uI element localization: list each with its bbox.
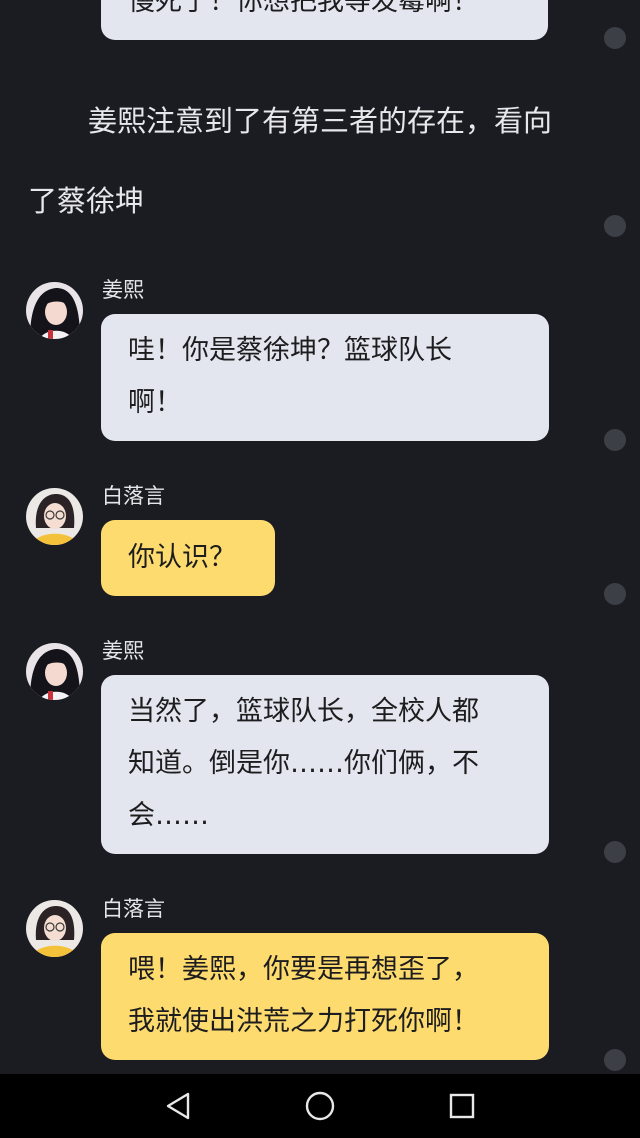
sender-name: 白落言 (102, 897, 165, 921)
message-bubble[interactable]: 喂！姜熙，你要是再想歪了， 我就使出洪荒之力打死你啊！ (101, 933, 549, 1060)
message-text-line: 喂！姜熙，你要是再想歪了， (128, 954, 479, 985)
message-text-line: 啊！ (128, 387, 182, 418)
chat-scroll-area[interactable]: 慢死了！你想把我等发霉啊！ 姜熙注意到了有第三者的存在，看向 了蔡徐坤 姜熙 哇… (0, 0, 640, 1074)
circle-home-icon (305, 1091, 335, 1121)
narration-line-1: 姜熙注意到了有第三者的存在，看向 (88, 104, 553, 138)
message-bubble[interactable]: 当然了，篮球队长，全校人都 知道。倒是你……你们俩，不 会…… (101, 675, 549, 854)
message-text-line: 知道。倒是你……你们俩，不 (128, 748, 479, 779)
chat-screen: 慢死了！你想把我等发霉啊！ 姜熙注意到了有第三者的存在，看向 了蔡徐坤 姜熙 哇… (0, 0, 640, 1138)
navigation-bar (0, 1074, 640, 1138)
avatar-jiangxi[interactable] (26, 282, 83, 339)
sender-name: 白落言 (102, 484, 165, 508)
scroll-dot (604, 1049, 626, 1071)
message-text-line: 会…… (128, 800, 209, 831)
scroll-dot (604, 215, 626, 237)
recents-button[interactable] (442, 1086, 482, 1126)
scroll-dot (604, 429, 626, 451)
message-text-line: 当然了，篮球队长，全校人都 (128, 696, 479, 727)
scroll-dot (604, 583, 626, 605)
message-bubble[interactable]: 你认识？ (101, 520, 275, 596)
message-text-line: 哇！你是蔡徐坤？篮球队长 (128, 335, 452, 366)
home-button[interactable] (300, 1086, 340, 1126)
message-text-line: 你认识？ (128, 542, 236, 573)
avatar-jiangxi[interactable] (26, 643, 83, 700)
scroll-dot (604, 27, 626, 49)
sender-name: 姜熙 (102, 278, 144, 302)
avatar-bailuoyan[interactable] (26, 488, 83, 545)
back-button[interactable] (158, 1086, 198, 1126)
message-bubble[interactable]: 哇！你是蔡徐坤？篮球队长 啊！ (101, 314, 549, 441)
sender-name: 姜熙 (102, 639, 144, 663)
narration-line-2: 了蔡徐坤 (28, 184, 145, 218)
scroll-dot (604, 841, 626, 863)
avatar-bailuoyan[interactable] (26, 900, 83, 957)
message-text: 慢死了！你想把我等发霉啊！ (128, 0, 479, 17)
triangle-back-icon (166, 1092, 190, 1120)
message-bubble-partial[interactable]: 慢死了！你想把我等发霉啊！ (101, 0, 548, 40)
message-text-line: 我就使出洪荒之力打死你啊！ (128, 1006, 479, 1037)
square-recents-icon (449, 1093, 475, 1119)
